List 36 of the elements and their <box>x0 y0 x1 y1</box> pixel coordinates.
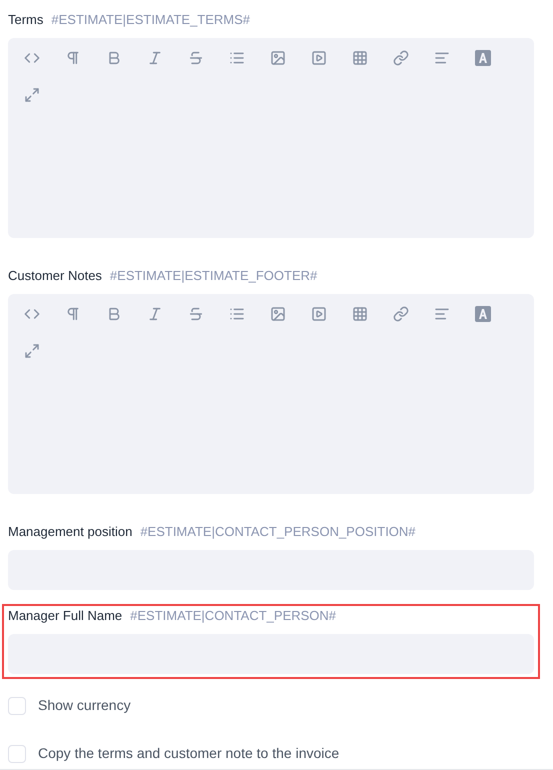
merge-tag: #ESTIMATE|ESTIMATE_TERMS# <box>51 12 250 28</box>
link-icon[interactable] <box>393 50 409 66</box>
video-icon[interactable] <box>311 306 327 322</box>
table-icon[interactable] <box>352 50 368 66</box>
italic-icon[interactable] <box>147 50 163 66</box>
paragraph-icon[interactable] <box>65 306 81 322</box>
list-icon[interactable] <box>229 306 245 322</box>
video-icon[interactable] <box>311 50 327 66</box>
checkbox-label: Copy the terms and customer note to the invoice <box>38 744 340 763</box>
code-icon[interactable] <box>24 50 40 66</box>
strikethrough-icon[interactable] <box>188 50 204 66</box>
checkbox-label: Show currency <box>38 696 131 715</box>
merge-tag: #ESTIMATE|CONTACT_PERSON_POSITION# <box>140 524 416 540</box>
image-icon[interactable] <box>270 306 286 322</box>
table-icon[interactable] <box>352 306 368 322</box>
field-label: Customer Notes <box>8 268 102 284</box>
align-icon[interactable] <box>434 50 450 66</box>
align-icon[interactable] <box>434 306 450 322</box>
code-icon[interactable] <box>24 306 40 322</box>
fullscreen-icon[interactable] <box>24 87 40 103</box>
text-color-icon[interactable] <box>475 306 491 322</box>
italic-icon[interactable] <box>147 306 163 322</box>
field-label: Manager Full Name <box>8 608 122 624</box>
fullscreen-icon[interactable] <box>24 343 40 359</box>
merge-tag: #ESTIMATE|ESTIMATE_FOOTER# <box>110 268 318 284</box>
checkbox[interactable] <box>8 696 26 714</box>
image-icon[interactable] <box>270 50 286 66</box>
paragraph-icon[interactable] <box>65 50 81 66</box>
list-icon[interactable] <box>229 50 245 66</box>
field-label: Terms <box>8 12 44 28</box>
field-label: Management position <box>8 524 132 540</box>
merge-tag: #ESTIMATE|CONTACT_PERSON# <box>130 608 336 624</box>
checkbox[interactable] <box>8 744 26 762</box>
text-color-icon[interactable] <box>475 50 491 66</box>
strikethrough-icon[interactable] <box>188 306 204 322</box>
link-icon[interactable] <box>393 306 409 322</box>
